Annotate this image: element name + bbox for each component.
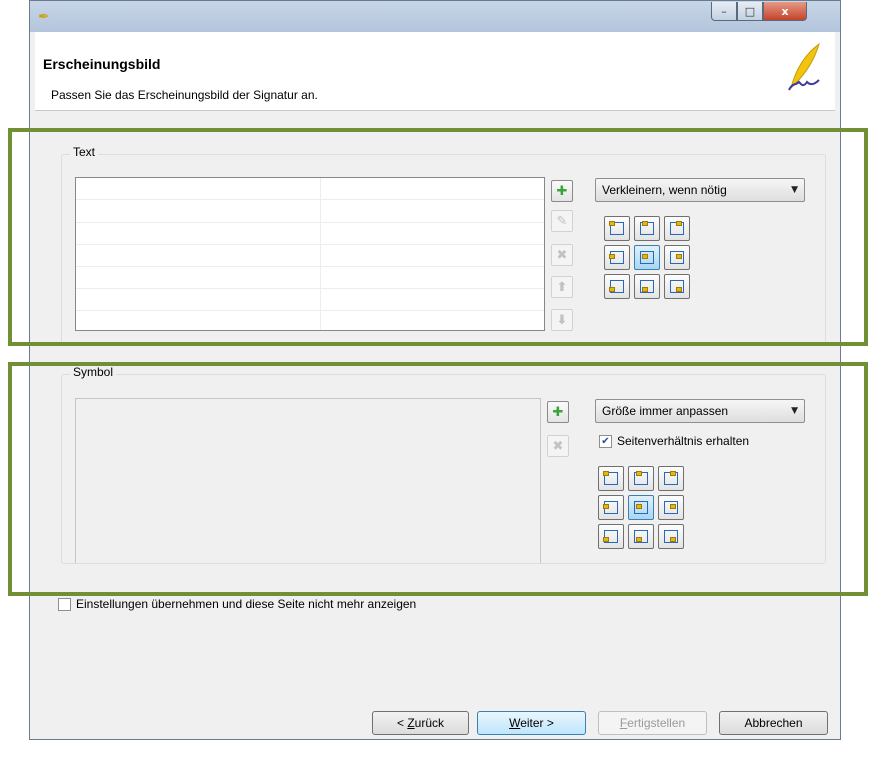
dont-show-again-checkbox[interactable]: Einstellungen übernehmen und diese Seite… <box>58 597 416 611</box>
dont-show-again-label: Einstellungen übernehmen und diese Seite… <box>76 597 417 611</box>
title-bar: ✒ – □ x <box>30 1 840 32</box>
back-button[interactable]: < Zurück <box>372 711 469 735</box>
minimize-button[interactable]: – <box>711 2 737 21</box>
wizard-header: Erscheinungsbild Passen Sie das Erschein… <box>35 32 835 111</box>
quill-logo-icon <box>788 42 820 91</box>
page-title: Erscheinungsbild <box>43 56 161 72</box>
symbol-section-highlight <box>8 362 868 596</box>
cancel-button-label: Abbrechen <box>744 716 803 730</box>
text-section-highlight <box>8 128 868 346</box>
cancel-button[interactable]: Abbrechen <box>719 711 828 735</box>
finish-button[interactable]: Fertigstellen <box>598 711 707 735</box>
checkbox-box <box>58 597 71 611</box>
page-subtitle: Passen Sie das Erscheinungsbild der Sign… <box>51 88 318 102</box>
close-button[interactable]: x <box>763 2 807 21</box>
feather-icon: ✒ <box>38 8 50 24</box>
maximize-button[interactable]: □ <box>737 2 763 21</box>
finish-button-label: Fertigstellen <box>619 716 686 730</box>
back-button-label: < Zurück <box>396 716 445 730</box>
next-button[interactable]: Weiter > <box>477 711 586 735</box>
next-button-label: Weiter > <box>509 716 554 730</box>
